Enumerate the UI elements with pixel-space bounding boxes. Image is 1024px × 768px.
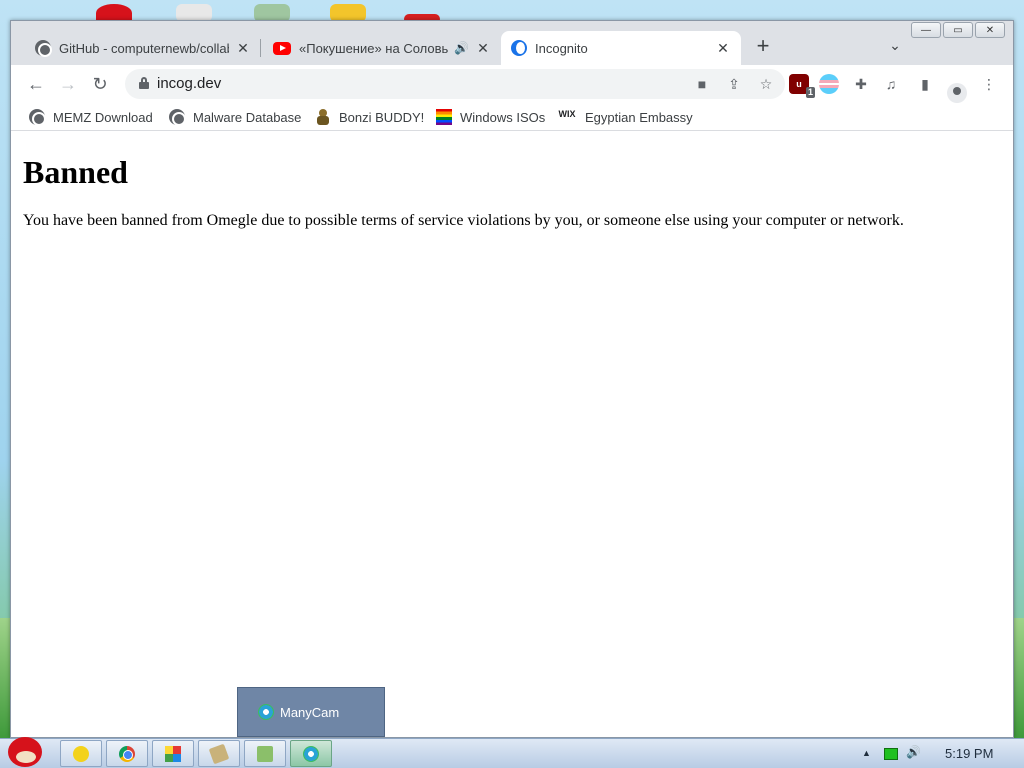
- volume-icon[interactable]: 🔊: [906, 745, 921, 759]
- taskbar-item-tools[interactable]: [198, 740, 240, 767]
- tab-search-button[interactable]: ⌄: [885, 37, 905, 57]
- taskbar-item-app-grid[interactable]: [152, 740, 194, 767]
- url-text[interactable]: incog.dev: [157, 75, 221, 92]
- manycam-label: ManyCam: [280, 704, 340, 720]
- bookmark-label: Egyptian Embassy: [585, 109, 693, 125]
- taskbar: ▲ 🔊 5:19 PM: [0, 737, 1024, 768]
- camera-icon[interactable]: ■: [693, 75, 711, 93]
- tab-github[interactable]: GitHub - computernewb/collab ✕: [25, 31, 261, 65]
- ublock-origin-icon[interactable]: u 1: [789, 74, 815, 98]
- globe-icon: [29, 109, 46, 126]
- bookmark-bonzi-buddy[interactable]: Bonzi BUDDY!: [315, 107, 424, 127]
- trans-flag-extension-icon[interactable]: [819, 74, 839, 94]
- youtube-icon: [273, 41, 291, 55]
- bookmark-star-icon[interactable]: ☆: [757, 75, 775, 93]
- bookmark-label: Windows ISOs: [460, 109, 546, 125]
- globe-icon: [169, 109, 186, 126]
- tab-separator: [260, 39, 261, 57]
- side-panel-icon[interactable]: ▮: [915, 74, 935, 94]
- tab-incognito[interactable]: Incognito ✕: [501, 31, 741, 65]
- start-button-angry-bird-icon[interactable]: [6, 733, 48, 768]
- network-status-icon[interactable]: [884, 748, 898, 760]
- reload-button[interactable]: ↻: [87, 72, 113, 98]
- tab-strip: — ▭ ✕ GitHub - computernewb/collab ✕ «По…: [11, 21, 1013, 65]
- github-globe-icon: [35, 40, 52, 57]
- bonzi-icon: [315, 109, 331, 125]
- media-controls-icon[interactable]: ♫: [881, 74, 901, 94]
- colorful-grid-icon: [165, 745, 181, 762]
- extensions-puzzle-icon[interactable]: ✚: [851, 74, 871, 94]
- bookmark-windows-isos[interactable]: Windows ISOs: [436, 107, 545, 127]
- tab-title: GitHub - computernewb/collab: [59, 40, 229, 56]
- menu-icon[interactable]: ⋮: [979, 74, 999, 94]
- share-icon[interactable]: ⇪: [725, 75, 743, 93]
- ublock-badge: 1: [805, 87, 815, 98]
- minimize-button[interactable]: —: [911, 22, 941, 38]
- taskbar-item-manycam[interactable]: [290, 740, 332, 767]
- manycam-icon: [303, 745, 319, 762]
- tab-title: Incognito: [535, 40, 588, 56]
- manycam-icon: [258, 704, 274, 720]
- bookmark-egyptian-embassy[interactable]: WIX Egyptian Embassy: [557, 107, 693, 127]
- toolbar: ← → ↻ incog.dev ■ ⇪ ☆ u 1 ✚ ♫ ▮ ⋮: [11, 65, 1013, 103]
- page-heading: Banned: [23, 154, 128, 190]
- taskbar-item-explorer[interactable]: [60, 740, 102, 767]
- bookmark-memz-download[interactable]: MEMZ Download: [29, 107, 153, 127]
- tools-icon: [208, 743, 230, 764]
- tab-close-icon[interactable]: ✕: [715, 40, 731, 56]
- tab-youtube[interactable]: «Покушение» на Соловьёва 🔊 ✕: [263, 31, 501, 65]
- manycam-taskbar-preview[interactable]: ManyCam: [237, 687, 385, 737]
- tab-close-icon[interactable]: ✕: [475, 40, 491, 56]
- bookmarks-bar: MEMZ Download Malware Database Bonzi BUD…: [11, 103, 1013, 131]
- audio-playing-icon[interactable]: 🔊: [454, 41, 469, 55]
- browser-window: — ▭ ✕ GitHub - computernewb/collab ✕ «По…: [10, 20, 1014, 738]
- chrome-icon: [119, 745, 135, 762]
- rainbow-flag-icon: [436, 109, 452, 125]
- tray-expand-icon[interactable]: ▲: [862, 748, 871, 758]
- tab-close-icon[interactable]: ✕: [235, 40, 251, 56]
- bookmark-label: Malware Database: [193, 109, 302, 125]
- taskbar-item-chrome[interactable]: [106, 740, 148, 767]
- forward-button[interactable]: →: [55, 72, 81, 98]
- maximize-button[interactable]: ▭: [943, 22, 973, 38]
- lock-icon[interactable]: [139, 77, 149, 89]
- page-content: Banned You have been banned from Omegle …: [11, 132, 1013, 737]
- window-controls: — ▭ ✕: [911, 22, 1005, 38]
- profile-avatar-icon[interactable]: [947, 83, 967, 103]
- taskbar-clock[interactable]: 5:19 PM: [945, 746, 993, 761]
- bookmark-label: MEMZ Download: [53, 109, 153, 125]
- files-icon: [257, 745, 273, 762]
- ban-message: You have been banned from Omegle due to …: [23, 212, 904, 229]
- back-button[interactable]: ←: [23, 72, 49, 98]
- address-bar[interactable]: incog.dev ■ ⇪ ☆: [125, 69, 785, 99]
- tab-title: «Покушение» на Соловьёва: [299, 40, 449, 56]
- bookmark-label: Bonzi BUDDY!: [339, 109, 425, 125]
- sun-folder-icon: [73, 745, 89, 762]
- new-tab-button[interactable]: +: [751, 35, 775, 59]
- bookmark-malware-database[interactable]: Malware Database: [169, 107, 301, 127]
- close-window-button[interactable]: ✕: [975, 22, 1005, 38]
- taskbar-item-files[interactable]: [244, 740, 286, 767]
- wix-icon: WIX: [558, 109, 576, 119]
- incognito-site-icon: [511, 40, 527, 56]
